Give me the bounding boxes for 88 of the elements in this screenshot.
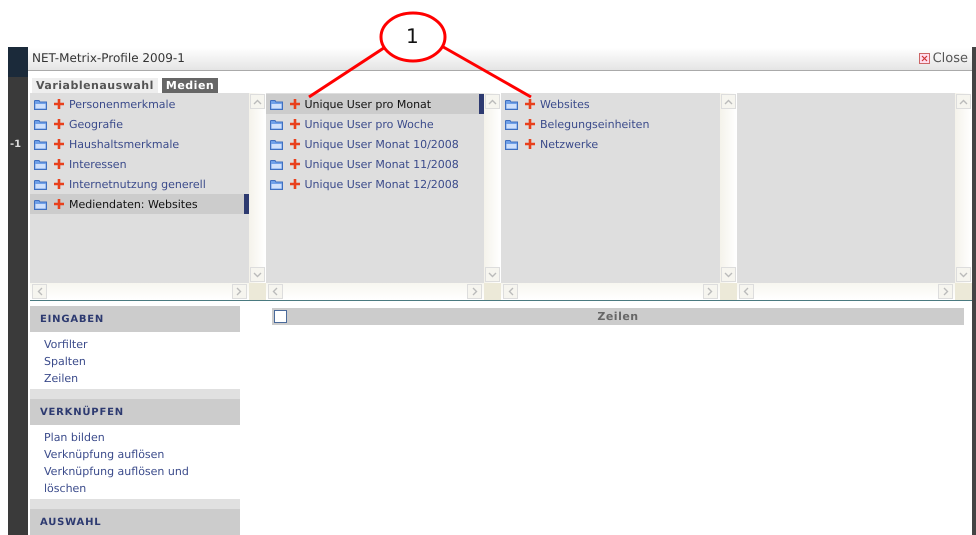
list-item[interactable]: Websites (501, 94, 720, 114)
horizontal-scrollbar[interactable] (736, 283, 955, 300)
folder-icon (270, 178, 282, 190)
folder-icon (270, 98, 282, 110)
background-text: -1 (10, 139, 22, 150)
scrollbar-corner (955, 283, 972, 300)
scroll-down-icon[interactable] (485, 267, 500, 282)
vertical-scrollbar[interactable] (484, 93, 501, 283)
scroll-up-icon[interactable] (485, 94, 500, 110)
vertical-scrollbar[interactable] (248, 93, 266, 283)
callout-number: 1 (406, 24, 419, 48)
close-icon (918, 52, 930, 64)
plus-icon (290, 159, 300, 170)
list-item[interactable]: Unique User Monat 11/2008 (266, 154, 484, 174)
plus-icon (290, 99, 300, 110)
close-button[interactable]: Close (918, 50, 968, 66)
tab[interactable]: Medien (162, 78, 218, 94)
vertical-scrollbar[interactable] (720, 93, 736, 283)
scrollbar-corner (720, 283, 736, 300)
vertical-scrollbar[interactable] (955, 93, 972, 283)
scroll-right-icon[interactable] (467, 284, 482, 299)
scroll-left-icon[interactable] (32, 284, 47, 299)
section-heading: AUSWAHL (30, 509, 240, 535)
list-item[interactable]: Haushaltsmerkmale (30, 134, 248, 154)
list-item[interactable]: Internetnutzung generell (30, 174, 248, 194)
scroll-down-icon[interactable] (720, 267, 736, 282)
horizontal-scrollbar[interactable] (266, 283, 484, 300)
scrollbar-corner (248, 283, 266, 300)
scrollbar-corner (484, 283, 501, 300)
folder-icon (505, 98, 518, 110)
plus-icon (54, 119, 64, 130)
tab[interactable]: Variablenauswahl (32, 78, 158, 94)
sidebar-link[interactable]: Verknüpfung auflösen (44, 446, 226, 463)
folder-icon (270, 138, 282, 150)
scroll-up-icon[interactable] (956, 94, 971, 110)
sidebar-link[interactable]: Spalten (44, 353, 226, 370)
plus-icon (525, 99, 535, 110)
list-item[interactable]: Mediendaten: Websites (30, 194, 248, 214)
folder-icon (505, 118, 518, 130)
column-header: Zeilen (597, 310, 639, 323)
section-heading: VERKNÜPFEN (30, 399, 240, 425)
folder-icon (34, 178, 47, 190)
list-item[interactable]: Unique User pro Woche (266, 114, 484, 134)
list-item[interactable]: Unique User pro Monat (266, 94, 484, 114)
folder-icon (505, 138, 518, 150)
list-item[interactable]: Belegungseinheiten (501, 114, 720, 134)
list-item[interactable]: Geografie (30, 114, 248, 134)
plus-icon (525, 119, 535, 130)
list-item[interactable]: Unique User Monat 12/2008 (266, 174, 484, 194)
sidebar-link[interactable]: Vorfilter (44, 336, 226, 353)
plus-icon (525, 139, 535, 150)
select-all-checkbox[interactable] (274, 310, 287, 323)
scroll-right-icon[interactable] (232, 284, 246, 299)
scroll-right-icon[interactable] (938, 284, 953, 299)
horizontal-scrollbar[interactable] (501, 283, 720, 300)
plus-icon (54, 199, 64, 210)
folder-icon (34, 118, 47, 130)
list-item[interactable]: Unique User Monat 10/2008 (266, 134, 484, 154)
scroll-right-icon[interactable] (702, 284, 718, 299)
scroll-up-icon[interactable] (250, 94, 264, 110)
sidebar-link[interactable]: Plan bilden (44, 429, 226, 446)
plus-icon (290, 119, 300, 130)
horizontal-scrollbar[interactable] (30, 283, 248, 300)
scroll-down-icon[interactable] (250, 267, 264, 282)
scroll-left-icon[interactable] (738, 284, 754, 299)
folder-icon (34, 198, 47, 210)
plus-icon (290, 139, 300, 150)
scroll-up-icon[interactable] (720, 94, 736, 110)
sidebar-link[interactable]: Verknüpfung auflösen und löschen (44, 463, 226, 497)
folder-icon (34, 98, 47, 110)
list-item[interactable]: Netzwerke (501, 134, 720, 154)
folder-icon (34, 158, 47, 170)
plus-icon (54, 159, 64, 170)
folder-icon (34, 138, 47, 150)
list-item[interactable]: Personenmerkmale (30, 94, 248, 114)
section-heading: EINGABEN (30, 306, 240, 332)
plus-icon (290, 179, 300, 190)
plus-icon (54, 139, 64, 150)
list-item[interactable]: Interessen (30, 154, 248, 174)
scroll-left-icon[interactable] (268, 284, 282, 299)
sidebar-link[interactable]: Zeilen (44, 370, 226, 387)
folder-icon (270, 158, 282, 170)
window-title: NET-Metrix-Profile 2009-1 (32, 51, 185, 66)
folder-icon (270, 118, 282, 130)
scroll-left-icon[interactable] (503, 284, 518, 299)
plus-icon (54, 179, 64, 190)
scroll-down-icon[interactable] (956, 267, 971, 282)
plus-icon (54, 99, 64, 110)
